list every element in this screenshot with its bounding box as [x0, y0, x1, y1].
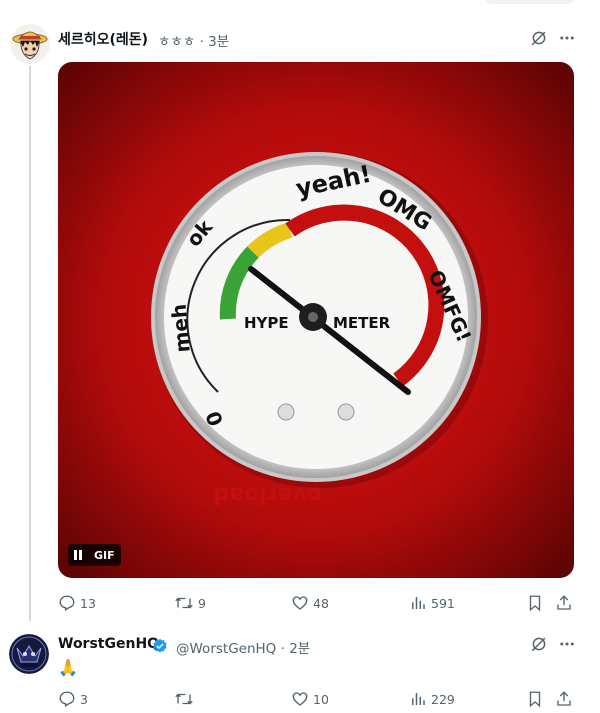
retweet-icon: [175, 693, 193, 705]
hype-meter-gif: yeah! OMG OMFG! overload meh ok 0 HYPE M…: [58, 62, 574, 578]
tweet-text: 🙏: [58, 658, 78, 677]
like-count: 10: [313, 691, 329, 707]
share-button[interactable]: [555, 592, 577, 614]
tweet-1-actions: 13 9 48 591: [58, 592, 578, 614]
views-count: 591: [431, 595, 455, 611]
retweet-icon: [175, 597, 193, 609]
gauge-word: meh: [167, 303, 195, 354]
more-button[interactable]: [556, 27, 578, 49]
handle-text[interactable]: ㅎㅎㅎ: [158, 34, 195, 50]
reply-button[interactable]: 13: [58, 592, 96, 614]
grok-icon: [531, 635, 548, 652]
handle[interactable]: ㅎㅎㅎ · 3분: [158, 30, 229, 50]
gif-media[interactable]: yeah! OMG OMFG! overload meh ok 0 HYPE M…: [58, 62, 574, 578]
share-button[interactable]: [555, 688, 577, 710]
heart-icon: [292, 596, 308, 610]
gif-label: GIF: [94, 548, 115, 562]
like-count: 48: [313, 595, 329, 611]
views-chart-icon: [412, 693, 425, 705]
views-count: 229: [431, 691, 455, 707]
pause-icon-bar: [74, 550, 77, 560]
gauge-center-right: METER: [333, 314, 391, 332]
display-name[interactable]: 세르히오(레돈): [58, 29, 148, 49]
gif-badge[interactable]: GIF: [68, 544, 121, 566]
share-icon: [557, 691, 571, 706]
heart-icon: [292, 692, 308, 706]
more-dots-icon: [560, 642, 574, 646]
retweet-button[interactable]: [174, 688, 198, 710]
tweet-2-actions: 3 10 229: [58, 688, 578, 710]
bookmark-button[interactable]: [526, 688, 548, 710]
grok-button[interactable]: [528, 27, 550, 49]
more-dots-icon: [560, 36, 574, 40]
like-button[interactable]: 48: [291, 592, 329, 614]
bookmark-icon: [529, 691, 541, 708]
views-button[interactable]: 591: [409, 592, 455, 614]
views-chart-icon: [412, 597, 425, 609]
like-button[interactable]: 10: [291, 688, 329, 710]
avatar[interactable]: [10, 24, 50, 64]
retweet-button[interactable]: 9: [174, 592, 206, 614]
dot-separator: ·: [280, 641, 285, 657]
avatar[interactable]: [9, 634, 49, 674]
timestamp[interactable]: 3분: [208, 34, 229, 50]
tweet-1[interactable]: 세르히오(레돈) ㅎㅎㅎ · 3분 yeah! OMG OMFG! overlo…: [0, 0, 600, 620]
tweet-2[interactable]: WorstGenHQ @WorstGenHQ · 2분 🙏 3 10 229: [0, 620, 600, 713]
display-name[interactable]: WorstGenHQ: [58, 636, 159, 652]
handle-text[interactable]: @WorstGenHQ: [176, 641, 276, 657]
gauge-center-left: HYPE: [244, 314, 289, 332]
grok-icon: [531, 29, 548, 46]
grok-button[interactable]: [528, 633, 550, 655]
more-button[interactable]: [556, 633, 578, 655]
reply-icon: [59, 691, 75, 707]
verified-badge-icon: [153, 638, 167, 653]
worstgen-logo-icon: [9, 634, 49, 674]
reply-count: 13: [80, 595, 96, 611]
reply-count: 3: [80, 691, 88, 707]
dot-separator: ·: [199, 34, 204, 50]
bookmark-icon: [529, 595, 541, 612]
gauge-word: overload: [214, 482, 322, 507]
retweet-count: 9: [198, 595, 206, 611]
luffy-avatar-icon: [10, 24, 50, 64]
handle[interactable]: @WorstGenHQ · 2분: [176, 637, 310, 657]
reply-icon: [59, 595, 75, 611]
views-button[interactable]: 229: [409, 688, 455, 710]
reply-button[interactable]: 3: [58, 688, 88, 710]
timestamp[interactable]: 2분: [289, 641, 310, 657]
pause-icon-bar: [79, 550, 82, 560]
bookmark-button[interactable]: [526, 592, 548, 614]
share-icon: [557, 595, 571, 610]
